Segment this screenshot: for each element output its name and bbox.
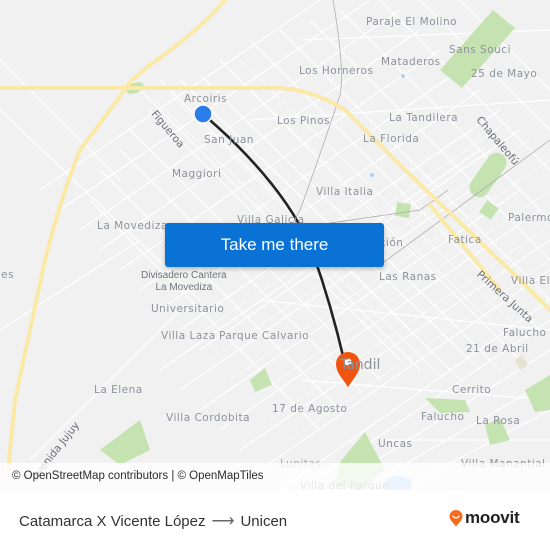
place-label: Villa Laza: [161, 330, 216, 342]
place-label: Maggiori: [172, 168, 222, 180]
place-label: Falucho I: [503, 327, 550, 339]
place-label: 17 de Agosto: [272, 403, 348, 415]
place-label: 21 de Abril: [466, 343, 529, 355]
place-label: Cerrito: [452, 384, 492, 396]
attribution-text[interactable]: © OpenStreetMap contributors | © OpenMap…: [12, 470, 264, 482]
origin-marker[interactable]: [193, 104, 213, 124]
place-label: Sans Souci: [449, 44, 511, 56]
place-label: Los Pinos: [277, 115, 330, 127]
take-me-there-button[interactable]: Take me there: [165, 223, 384, 267]
water-point: [401, 74, 405, 78]
moovit-logo[interactable]: moovit: [449, 508, 520, 528]
route-title: Catamarca X Vicente López ⟶ Unicen: [19, 511, 287, 531]
place-label: Villa El: [511, 275, 550, 287]
place-label: Arcoiris: [184, 93, 228, 105]
park-east: [525, 375, 550, 412]
place-label: Fatica: [448, 234, 482, 246]
place-label: Uncas: [378, 438, 413, 450]
water-point: [370, 173, 374, 177]
moovit-wordmark: moovit: [465, 508, 520, 527]
place-label: Villa Italia: [316, 186, 374, 198]
place-label: Las Ranas: [379, 271, 437, 283]
map-attribution: © OpenStreetMap contributors | © OpenMap…: [0, 463, 550, 490]
place-label: Los Horneros: [299, 65, 374, 77]
place-label: Universitario: [151, 303, 225, 315]
place-label: Palermo: [508, 212, 550, 224]
place-label: La Movediza: [97, 220, 168, 232]
place-label: La Tandilera: [389, 112, 459, 124]
footer-bar: Catamarca X Vicente López ⟶ Unicen moovi…: [0, 490, 550, 550]
moovit-pin-icon: [449, 509, 463, 526]
place-label: La Elena: [94, 384, 143, 396]
destination-name: Unicen: [240, 512, 288, 530]
place-label: San Juan: [204, 134, 254, 146]
park-small-1: [479, 200, 499, 220]
place-label: nes: [0, 269, 15, 281]
place-label: La Rosa: [476, 415, 521, 427]
park-small-2: [394, 201, 412, 219]
city-label: Tandil: [340, 357, 381, 373]
place-label: Villa Cordobita: [166, 412, 251, 424]
origin-name: Catamarca X Vicente López: [19, 512, 206, 530]
place-label: La Florida: [363, 133, 420, 145]
park-west: [100, 420, 150, 465]
poi-line-2: La Movediza: [155, 281, 213, 293]
place-label: Falucho: [421, 411, 465, 423]
place-label: 25 de Mayo: [471, 68, 538, 80]
place-label: Paraje El Molino: [366, 16, 458, 28]
place-label: Parque Calvario: [219, 330, 310, 342]
place-label: Mataderos: [381, 56, 441, 68]
arrow-right-icon: ⟶: [211, 513, 235, 530]
map-view[interactable]: Paraje El Molino Sans Souci Mataderos Lo…: [0, 0, 550, 490]
park-calvario: [250, 368, 272, 392]
poi-label: Divisadero Cantera La Movediza: [141, 270, 227, 293]
poi-line-1: Divisadero Cantera: [141, 270, 227, 281]
